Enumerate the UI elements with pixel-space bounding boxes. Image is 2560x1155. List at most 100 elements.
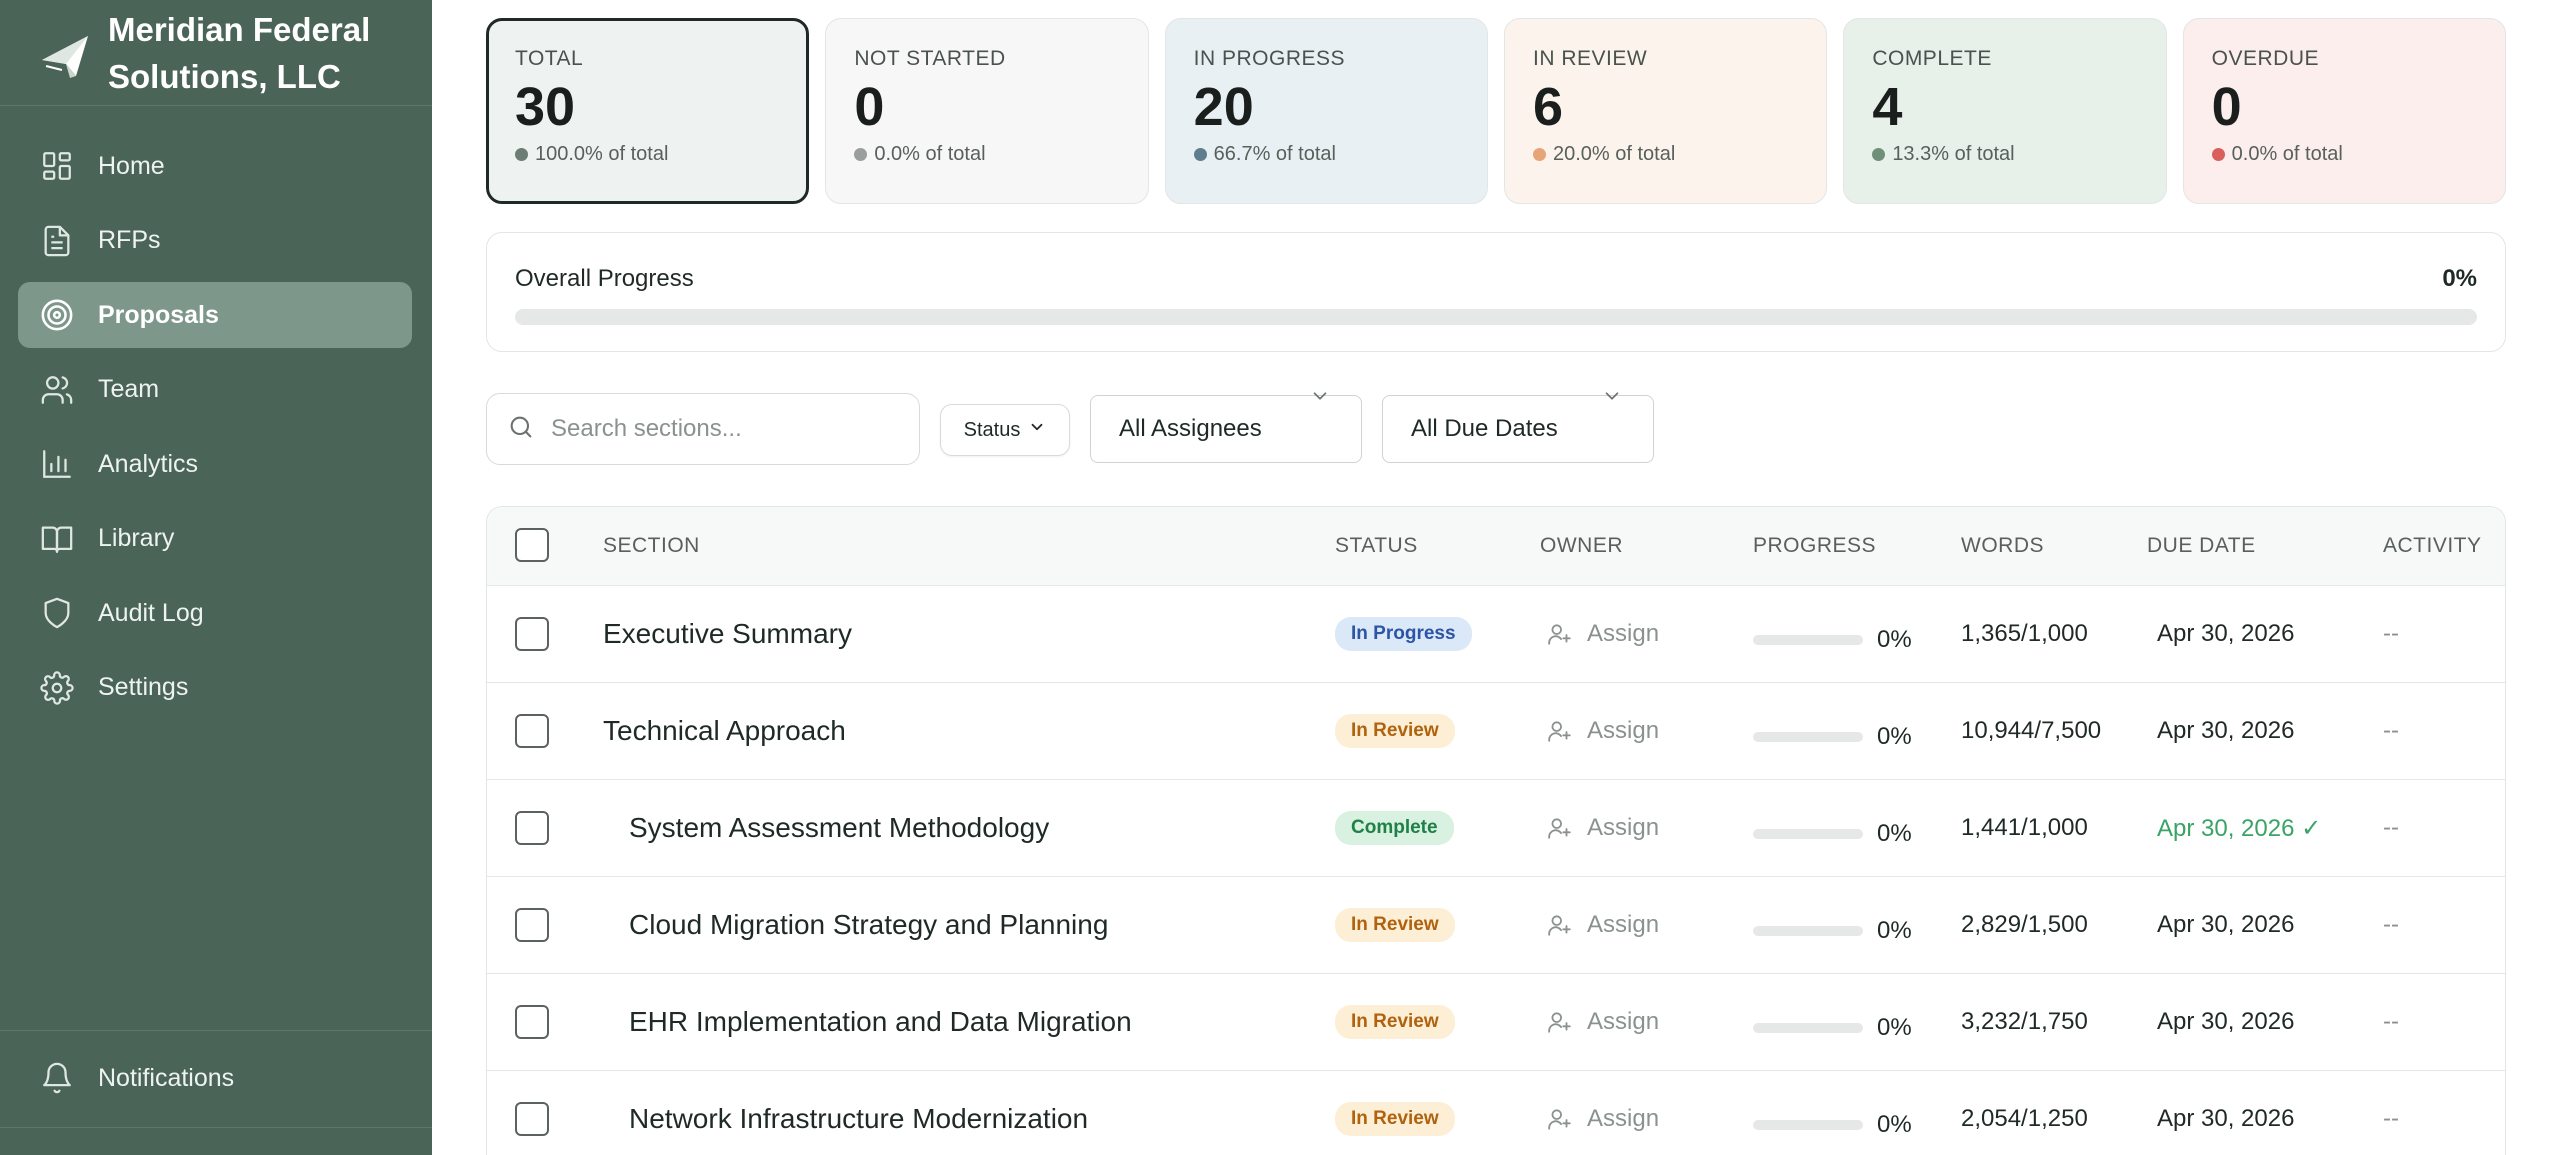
bell-icon bbox=[40, 1061, 74, 1095]
table-row[interactable]: Network Infrastructure Modernization In R… bbox=[487, 1070, 2505, 1155]
progress-cell: 0% bbox=[1753, 1111, 1912, 1139]
stat-card-value: 0 bbox=[854, 77, 885, 137]
row-checkbox[interactable] bbox=[515, 908, 549, 942]
select-all-checkbox[interactable] bbox=[515, 528, 549, 562]
book-icon bbox=[40, 522, 74, 556]
company-name: Meridian Federal Solutions, LLC bbox=[108, 11, 371, 95]
due-date-filter-value: All Due Dates bbox=[1411, 415, 1558, 442]
section-name[interactable]: Network Infrastructure Modernization bbox=[629, 1103, 1088, 1135]
stat-card-value: 0 bbox=[2211, 77, 2242, 137]
row-progress-bar bbox=[1753, 829, 1863, 839]
user-plus-icon bbox=[1547, 1009, 1587, 1035]
assign-owner-button[interactable]: Assign bbox=[1547, 1105, 1659, 1133]
stat-card-label: IN REVIEW bbox=[1532, 47, 1648, 70]
sidebar-divider bbox=[0, 105, 432, 106]
sidebar-item-proposals[interactable]: Proposals bbox=[18, 282, 412, 348]
sidebar-item-library[interactable]: Library bbox=[18, 506, 412, 572]
assign-owner-button[interactable]: Assign bbox=[1547, 620, 1659, 648]
status-badge[interactable]: In Review bbox=[1335, 1005, 1455, 1039]
table-row[interactable]: System Assessment Methodology Complete Ass… bbox=[487, 779, 2505, 876]
assignee-filter-value: All Assignees bbox=[1119, 415, 1262, 442]
stat-card-label: TOTAL bbox=[515, 47, 584, 70]
sidebar-item-analytics[interactable]: Analytics bbox=[18, 431, 412, 497]
stat-card-complete[interactable]: COMPLETE 4 13.3% of total bbox=[1843, 18, 2167, 204]
status-filter-button[interactable]: Status bbox=[940, 404, 1070, 456]
row-progress-bar bbox=[1753, 635, 1863, 645]
stat-card-percent-text: 13.3% of total bbox=[1892, 143, 2015, 165]
brand[interactable]: Meridian Federal Solutions, LLC bbox=[36, 4, 426, 104]
stat-card-in-progress[interactable]: IN PROGRESS 20 66.7% of total bbox=[1164, 18, 1488, 204]
sidebar-item-audit-log[interactable]: Audit Log bbox=[18, 580, 412, 646]
status-dot bbox=[1193, 148, 1207, 161]
sidebar-item-notifications[interactable]: Notifications bbox=[18, 1045, 412, 1111]
status-badge[interactable]: In Review bbox=[1335, 908, 1455, 942]
row-checkbox[interactable] bbox=[515, 1005, 549, 1039]
row-checkbox[interactable] bbox=[515, 714, 549, 748]
sections-table: SECTION STATUS OWNER PROGRESS WORDS DUE … bbox=[486, 506, 2506, 1155]
section-name[interactable]: Technical Approach bbox=[603, 715, 846, 747]
column-header-section[interactable]: SECTION bbox=[603, 534, 700, 558]
stat-card-percent-text: 0.0% of total bbox=[2231, 143, 2343, 165]
due-date: Apr 30, 2026 bbox=[2157, 717, 2295, 744]
column-header-activity[interactable]: ACTIVITY bbox=[2383, 534, 2482, 558]
status-badge[interactable]: In Progress bbox=[1335, 617, 1472, 651]
search-box[interactable] bbox=[486, 393, 920, 465]
user-plus-icon bbox=[1547, 1106, 1587, 1132]
column-header-due-date[interactable]: DUE DATE bbox=[2147, 534, 2256, 558]
assign-owner-button[interactable]: Assign bbox=[1547, 1008, 1659, 1036]
shield-icon bbox=[40, 596, 74, 630]
column-header-words[interactable]: WORDS bbox=[1961, 534, 2044, 558]
word-count: 2,829/1,500 bbox=[1961, 911, 2088, 938]
table-row[interactable]: Technical Approach In Review Assign 0% 10,94… bbox=[487, 682, 2505, 779]
stat-card-total[interactable]: TOTAL 30 100.0% of total bbox=[486, 18, 810, 204]
document-icon bbox=[40, 224, 74, 258]
stat-card-overdue[interactable]: OVERDUE 0 0.0% of total bbox=[2182, 18, 2506, 204]
row-checkbox[interactable] bbox=[515, 811, 549, 845]
assign-owner-button[interactable]: Assign bbox=[1547, 814, 1659, 842]
row-checkbox[interactable] bbox=[515, 617, 549, 651]
column-header-status[interactable]: STATUS bbox=[1335, 534, 1418, 558]
section-name[interactable]: Cloud Migration Strategy and Planning bbox=[629, 909, 1108, 941]
stat-card-value: 20 bbox=[1193, 77, 1254, 137]
status-badge[interactable]: Complete bbox=[1335, 811, 1454, 845]
stat-card-percent: 100.0% of total bbox=[515, 143, 780, 166]
stat-card-in-review[interactable]: IN REVIEW 6 20.0% of total bbox=[1503, 18, 1828, 204]
section-name[interactable]: System Assessment Methodology bbox=[629, 812, 1049, 844]
due-date-filter-select[interactable]: All Due Dates bbox=[1382, 392, 1654, 463]
assignee-filter-select[interactable]: All Assignees bbox=[1090, 392, 1362, 463]
table-header: SECTION STATUS OWNER PROGRESS WORDS DUE … bbox=[487, 507, 2505, 585]
bar-chart-icon bbox=[40, 447, 74, 481]
assign-label: Assign bbox=[1587, 1008, 1660, 1035]
search-icon bbox=[507, 413, 535, 446]
sidebar-item-home[interactable]: Home bbox=[18, 133, 412, 199]
assign-owner-button[interactable]: Assign bbox=[1547, 911, 1659, 939]
progress-cell: 0% bbox=[1753, 723, 1912, 751]
row-checkbox[interactable] bbox=[515, 1102, 549, 1136]
table-row[interactable]: EHR Implementation and Data Migration In … bbox=[487, 973, 2505, 1070]
status-badge[interactable]: In Review bbox=[1335, 714, 1455, 748]
activity: -- bbox=[2383, 1105, 2399, 1132]
status-badge[interactable]: In Review bbox=[1335, 1102, 1455, 1136]
sidebar-item-label: Proposals bbox=[98, 300, 219, 329]
column-header-owner[interactable]: OWNER bbox=[1540, 534, 1623, 558]
sidebar-item-team[interactable]: Team bbox=[18, 357, 412, 423]
table-row[interactable]: Executive Summary In Progress Assign 0% 1,36… bbox=[487, 585, 2505, 682]
table-row[interactable]: Cloud Migration Strategy and Planning In … bbox=[487, 876, 2505, 973]
stat-card-percent-text: 20.0% of total bbox=[1552, 143, 1676, 165]
row-progress-bar bbox=[1753, 732, 1863, 742]
progress-cell: 0% bbox=[1753, 1014, 1912, 1042]
section-name[interactable]: EHR Implementation and Data Migration bbox=[629, 1006, 1132, 1038]
assign-owner-button[interactable]: Assign bbox=[1547, 717, 1659, 745]
sidebar-item-settings[interactable]: Settings bbox=[18, 655, 412, 721]
sidebar-item-label: Team bbox=[98, 375, 160, 403]
stat-card-not-started[interactable]: NOT STARTED 0 0.0% of total bbox=[825, 18, 1149, 204]
progress-cell: 0% bbox=[1753, 917, 1912, 945]
status-cell: In Review bbox=[1335, 714, 1455, 748]
status-dot bbox=[1532, 148, 1546, 161]
column-header-progress[interactable]: PROGRESS bbox=[1753, 534, 1876, 558]
user-plus-icon bbox=[1547, 912, 1587, 938]
sidebar-item-rfps[interactable]: RFPs bbox=[18, 208, 412, 274]
section-name[interactable]: Executive Summary bbox=[603, 618, 852, 650]
overall-progress-bar bbox=[515, 309, 2477, 325]
search-input[interactable] bbox=[551, 415, 911, 443]
